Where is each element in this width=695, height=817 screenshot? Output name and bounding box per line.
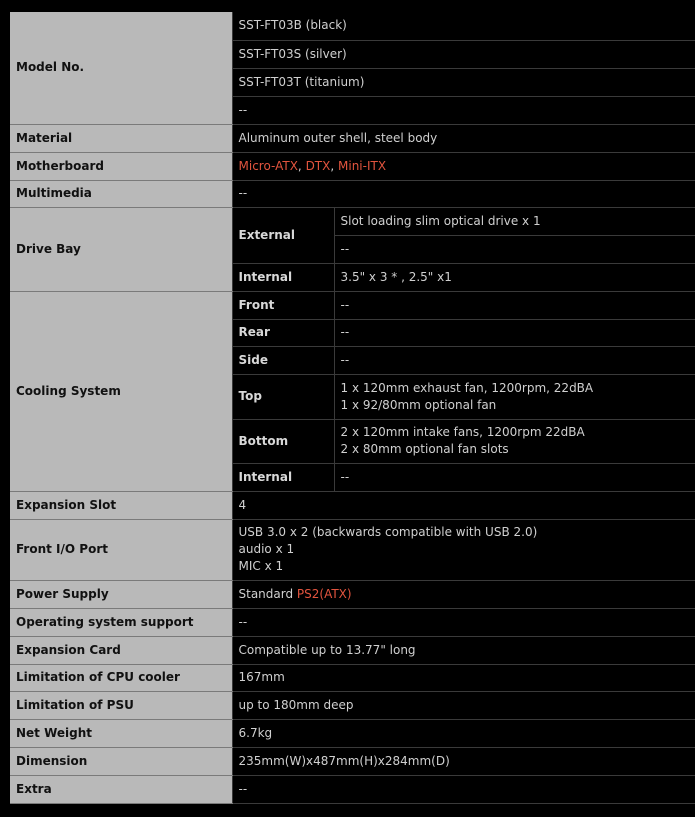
row-label-model-no: Model No. (10, 12, 232, 125)
cooling-side-value: -- (333, 346, 695, 375)
model-value-titanium: SST-FT03T (titanium) (231, 68, 695, 97)
cooling-side-label: Side (231, 346, 334, 375)
power-supply-prefix: Standard (238, 586, 297, 601)
psu-value: up to 180mm deep (231, 691, 695, 720)
row-label-drive-bay: Drive Bay (10, 207, 232, 292)
row-label-motherboard: Motherboard (10, 152, 232, 181)
cooling-bottom-line-1: 2 x 120mm intake fans, 1200rpm 22dBA (340, 425, 585, 439)
net-weight-value: 6.7kg (231, 719, 695, 748)
model-value-extra: -- (231, 96, 695, 125)
cooling-internal-label: Internal (231, 463, 334, 492)
row-label-dimension: Dimension (10, 747, 232, 776)
multimedia-value: -- (231, 180, 695, 208)
motherboard-sep: , (330, 158, 338, 173)
cooling-rear-label: Rear (231, 319, 334, 347)
row-label-cpu-cooler: Limitation of CPU cooler (10, 664, 232, 692)
drive-bay-internal-value: 3.5" x 3 * , 2.5" x1 (333, 263, 695, 292)
motherboard-link-dtx[interactable]: DTX (306, 159, 331, 173)
row-label-psu: Limitation of PSU (10, 691, 232, 720)
row-label-expansion-card: Expansion Card (10, 636, 232, 665)
row-label-front-io: Front I/O Port (10, 519, 232, 581)
drive-bay-external-value-1: Slot loading slim optical drive x 1 (333, 207, 695, 236)
row-label-material: Material (10, 124, 232, 153)
cooling-front-label: Front (231, 291, 334, 320)
front-io-value: USB 3.0 x 2 (backwards compatible with U… (231, 519, 695, 581)
motherboard-value: Micro-ATX, DTX, Mini-ITX (231, 152, 695, 181)
front-io-line-1: USB 3.0 x 2 (backwards compatible with U… (238, 525, 538, 539)
front-io-line-3: MIC x 1 (238, 559, 284, 573)
model-value-silver: SST-FT03S (silver) (231, 40, 695, 69)
drive-bay-internal-label: Internal (231, 263, 334, 292)
power-supply-value: Standard PS2(ATX) (231, 580, 695, 609)
cpu-cooler-value: 167mm (231, 664, 695, 692)
cooling-front-value: -- (333, 291, 695, 320)
extra-value: -- (231, 775, 695, 804)
power-supply-link-ps2[interactable]: PS2(ATX) (297, 587, 352, 601)
dimension-value: 235mm(W)x487mm(H)x284mm(D) (231, 747, 695, 776)
motherboard-link-mini-itx[interactable]: Mini-ITX (338, 159, 386, 173)
motherboard-sep: , (297, 158, 306, 173)
cooling-top-value: 1 x 120mm exhaust fan, 1200rpm, 22dBA 1 … (333, 374, 695, 420)
cooling-internal-value: -- (333, 463, 695, 492)
row-label-os-support: Operating system support (10, 608, 232, 637)
row-label-cooling-system: Cooling System (10, 291, 232, 492)
spec-table: Model No. SST-FT03B (black) SST-FT03S (s… (10, 12, 695, 804)
row-label-net-weight: Net Weight (10, 719, 232, 748)
cooling-bottom-value: 2 x 120mm intake fans, 1200rpm 22dBA 2 x… (333, 419, 695, 464)
material-value: Aluminum outer shell, steel body (231, 124, 695, 153)
cooling-top-line-1: 1 x 120mm exhaust fan, 1200rpm, 22dBA (340, 380, 594, 395)
drive-bay-external-label: External (231, 207, 334, 264)
row-label-expansion-slot: Expansion Slot (10, 491, 232, 520)
cooling-rear-value: -- (333, 319, 695, 347)
cooling-bottom-label: Bottom (231, 419, 334, 464)
cooling-bottom-line-2: 2 x 80mm optional fan slots (340, 442, 509, 456)
drive-bay-external-value-2: -- (333, 235, 695, 264)
front-io-line-2: audio x 1 (238, 542, 295, 556)
expansion-card-value: Compatible up to 13.77" long (231, 636, 695, 665)
os-support-value: -- (231, 608, 695, 637)
cooling-top-line-2: 1 x 92/80mm optional fan (340, 397, 497, 412)
motherboard-link-micro-atx[interactable]: Micro-ATX (239, 159, 298, 173)
row-label-extra: Extra (10, 775, 232, 804)
expansion-slot-value: 4 (231, 491, 695, 520)
cooling-top-label: Top (231, 374, 334, 420)
row-label-multimedia: Multimedia (10, 180, 232, 208)
model-value-black: SST-FT03B (black) (231, 12, 695, 41)
row-label-power-supply: Power Supply (10, 580, 232, 609)
